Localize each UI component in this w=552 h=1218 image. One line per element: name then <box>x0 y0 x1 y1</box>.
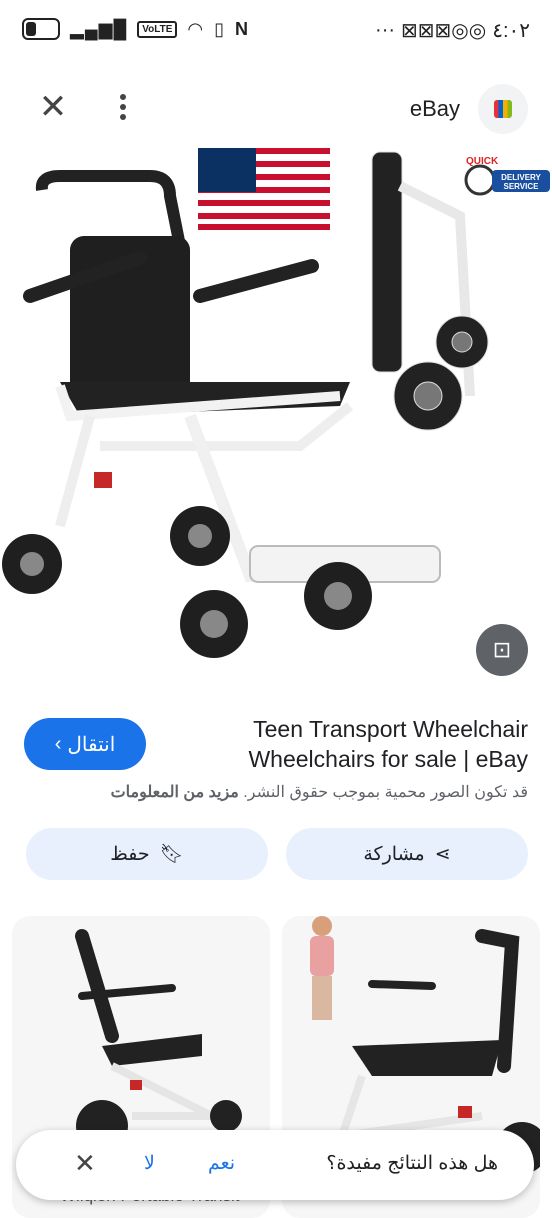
notification-icons: ⊠⊠⊠◎◎ <box>401 20 487 42</box>
viewer-header: ✕ eBay <box>0 64 552 154</box>
us-flag-icon <box>198 148 330 230</box>
title-line-1: Teen Transport Wheelchair <box>253 716 528 742</box>
share-icon: ⋖ <box>434 843 451 865</box>
site-name[interactable]: eBay <box>410 96 460 122</box>
result-title[interactable]: Teen Transport Wheelchair Wheelchairs fo… <box>148 714 528 774</box>
folded-wheelchair <box>371 151 489 431</box>
status-bar: ▂▄▆█ VoLTE ◠ ▯ N ··· ⊠⊠⊠◎◎ ٤:٠٢ <box>0 0 552 64</box>
vibrate-icon: ▯ <box>214 18 226 39</box>
svg-text:QUICK: QUICK <box>466 156 499 167</box>
lens-search-icon[interactable]: ⊡ <box>476 624 528 676</box>
learn-more-link[interactable]: مزيد من المعلومات <box>111 784 239 801</box>
battery-icon <box>22 18 60 40</box>
share-label: مشاركة <box>363 843 425 865</box>
save-label: حفظ <box>110 843 150 865</box>
share-button[interactable]: مشاركة ⋖ <box>286 828 528 880</box>
title-line-2: Wheelchairs for sale | eBay <box>248 746 528 772</box>
more-vert-icon[interactable] <box>108 90 138 126</box>
more-notifications: ··· <box>375 19 396 41</box>
feedback-yes-button[interactable]: نعم <box>208 1152 235 1175</box>
svg-text:DELIVERY: DELIVERY <box>501 173 541 182</box>
copyright-text: قد تكون الصور محمية بموجب حقوق النشر. <box>243 784 528 801</box>
status-left: ▂▄▆█ VoLTE ◠ ▯ N <box>22 18 248 40</box>
wifi-icon: ◠ <box>187 18 205 39</box>
close-icon[interactable]: ✕ <box>36 90 70 124</box>
chevron-left-icon: ‹ <box>54 732 62 755</box>
delivery-badge: DELIVERY SERVICE QUICK <box>464 156 550 196</box>
close-feedback-icon[interactable]: ✕ <box>74 1148 96 1179</box>
volte-icon: VoLTE <box>137 20 178 38</box>
visit-label: انتقال <box>67 733 116 756</box>
site-favicon[interactable] <box>478 84 528 134</box>
save-button[interactable]: حفظ 🔖︎ <box>26 828 268 880</box>
feedback-question: هل هذه النتائج مفيدة؟ <box>326 1153 498 1174</box>
copyright-notice: قد تكون الصور محمية بموجب حقوق النشر. مز… <box>18 782 528 802</box>
svg-text:SERVICE: SERVICE <box>504 182 540 191</box>
status-right: ··· ⊠⊠⊠◎◎ ٤:٠٢ <box>375 18 530 43</box>
nfc-icon: N <box>235 18 249 39</box>
wheelchair-image: DELIVERY SERVICE QUICK <box>2 148 550 658</box>
signal-icon: ▂▄▆█ <box>70 18 128 39</box>
status-time: ٤:٠٢ <box>492 20 530 42</box>
visit-button[interactable]: ‹ انتقال <box>24 718 146 770</box>
shopping-bag-icon <box>494 100 512 118</box>
bookmark-icon: 🔖︎ <box>159 844 184 865</box>
feedback-bar: هل هذه النتائج مفيدة؟ نعم لا ✕ <box>16 1130 534 1200</box>
feedback-no-button[interactable]: لا <box>144 1152 155 1175</box>
main-image[interactable]: DELIVERY SERVICE QUICK <box>0 146 552 696</box>
